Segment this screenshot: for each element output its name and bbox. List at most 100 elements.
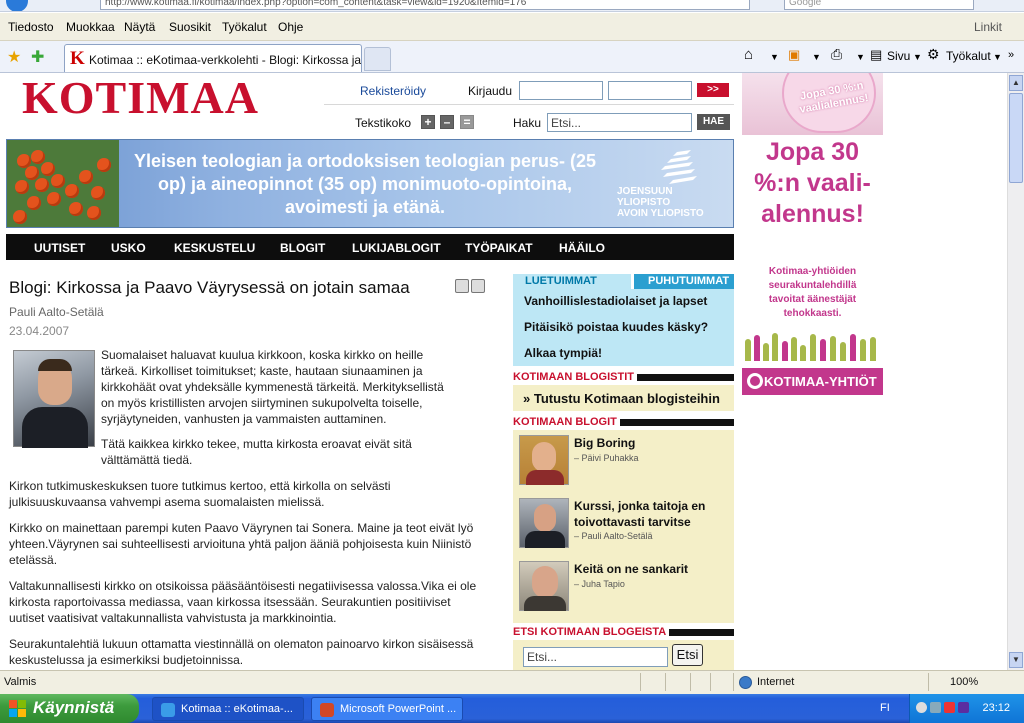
task-powerpoint[interactable]: Microsoft PowerPoint ... [311, 697, 463, 721]
article-title: Blogi: Kirkossa ja Paavo Väyrysessä on j… [9, 278, 410, 297]
print-icon[interactable]: ⎙ [831, 46, 842, 63]
nav-haailo[interactable]: HÄÄILO [559, 241, 605, 255]
tab-luetuimmat[interactable]: LUETUIMMAT [513, 274, 631, 289]
nav-keskustelu[interactable]: KESKUSTELU [174, 241, 255, 255]
blogs-header: KOTIMAAN BLOGIT [513, 416, 734, 429]
tab-bar: ★ ✚ K Kotimaa :: eKotimaa-verkkolehti - … [0, 41, 1024, 73]
blogger-avatar[interactable] [519, 561, 569, 611]
tab-title: Kotimaa :: eKotimaa-verkkolehti - Blogi:… [89, 53, 362, 67]
task-ie[interactable]: Kotimaa :: eKotimaa-... [152, 697, 304, 721]
gear-icon: ⚙ [927, 46, 940, 62]
scroll-up-icon[interactable]: ▲ [1009, 75, 1023, 91]
menu-favorites[interactable]: Suosikit [169, 20, 211, 34]
blog-search-button[interactable]: Etsi [672, 644, 703, 666]
taskbar: Käynnistä Kotimaa :: eKotimaa-... Micros… [0, 694, 1024, 723]
menu-edit[interactable]: Muokkaa [66, 20, 115, 34]
blog-author: – Pauli Aalto-Setälä [574, 531, 653, 541]
menu-file[interactable]: Tiedosto [8, 20, 54, 34]
list-item[interactable]: Pitäisikö poistaa kuudes käsky? [524, 320, 708, 334]
vertical-scrollbar[interactable]: ▲ ▼ [1007, 73, 1024, 670]
chevron-down-icon[interactable]: ▼ [856, 52, 865, 62]
blogger-avatar[interactable] [519, 498, 569, 548]
header-divider [324, 104, 734, 105]
language-indicator[interactable]: FI [880, 702, 890, 714]
zoom-level[interactable]: 100% [950, 676, 978, 688]
system-tray: 23:12 [909, 694, 1024, 723]
browser-search-box[interactable]: Google [784, 0, 974, 10]
text-larger-icon[interactable]: + [421, 115, 435, 129]
article-paragraph-4: Kirkko on mainettaan parempi kuten Paavo… [9, 521, 474, 567]
security-zone: Internet [757, 676, 795, 688]
blog-author: – Juha Tapio [574, 579, 625, 589]
login-button[interactable]: >> [697, 83, 729, 97]
ad-banner-university[interactable]: Yleisen teologian ja ortodoksisen teolog… [6, 139, 734, 228]
menu-tools[interactable]: Työkalut [222, 20, 267, 34]
ad-kotimaa-yhtiot[interactable]: Jopa 30 %:n vaalialennus! Jopa 30 %:n va… [742, 73, 883, 395]
blog-title[interactable]: Keitä on ne sankarit [574, 561, 729, 577]
status-text: Valmis [4, 676, 37, 688]
address-bar[interactable]: http://www.kotimaa.fi/kotimaa/index.php?… [100, 0, 750, 10]
search-blogs-header: ETSI KOTIMAAN BLOGEISTA [513, 626, 734, 639]
powerpoint-icon [320, 703, 334, 717]
home-icon[interactable]: ⌂ [744, 46, 753, 63]
new-tab-button[interactable] [364, 47, 391, 71]
links-label[interactable]: Linkit [974, 20, 1002, 34]
tray-icon[interactable] [916, 702, 927, 713]
list-item[interactable]: Alkaa tympiä! [524, 346, 602, 360]
nav-tyopaikat[interactable]: TYÖPAIKAT [465, 241, 533, 255]
site-search-button[interactable]: HAE [697, 114, 730, 130]
ad-brand-bar: KOTIMAA-YHTIÖT [742, 368, 883, 395]
rss-feed-icon[interactable]: ▣ [788, 47, 800, 63]
start-button[interactable]: Käynnistä [0, 694, 139, 723]
text-smaller-icon[interactable]: – [440, 115, 454, 129]
menu-help[interactable]: Ohje [278, 20, 303, 34]
email-article-icon[interactable] [471, 279, 485, 293]
add-favorite-icon[interactable]: ✚ [31, 47, 44, 67]
network-icon[interactable] [930, 702, 941, 713]
article-paragraph-2: Tätä kaikkea kirkko tekee, mutta kirkost… [101, 437, 412, 467]
nav-usko[interactable]: USKO [111, 241, 146, 255]
blogists-link[interactable]: » Tutustu Kotimaan blogisteihin [513, 385, 734, 411]
blogger-avatar[interactable] [519, 435, 569, 485]
tray-icon[interactable] [958, 702, 969, 713]
article-author: Pauli Aalto-Setälä [9, 305, 104, 319]
more-chevron-icon[interactable]: » [1008, 49, 1014, 61]
nav-uutiset[interactable]: UUTISET [34, 241, 85, 255]
page-menu-button[interactable]: Sivu [887, 49, 910, 63]
tab-puhutuimmat[interactable]: PUHUTUIMMAT [634, 274, 734, 289]
nav-blogit[interactable]: BLOGIT [280, 241, 325, 255]
text-reset-icon[interactable]: = [460, 115, 474, 129]
blog-search-input[interactable]: Etsi... [523, 647, 668, 667]
tray-icon[interactable] [944, 702, 955, 713]
chevron-down-icon[interactable]: ▼ [770, 52, 779, 62]
menu-view[interactable]: Näytä [124, 20, 155, 34]
scroll-thumb[interactable] [1009, 93, 1023, 183]
status-bar: Valmis Internet 100% [0, 670, 1024, 694]
author-photo [13, 350, 95, 448]
clock[interactable]: 23:12 [982, 702, 1010, 714]
article-paragraph-1: Suomalaiset haluavat kuulua kirkkoon, ko… [101, 348, 444, 426]
ad-headline: Jopa 30 %:n vaali- alennus! [754, 138, 871, 228]
nav-lukijablogit[interactable]: LUKIJABLOGIT [352, 241, 441, 255]
site-logo[interactable]: KOTIMAA [22, 73, 259, 124]
site-search-input[interactable]: Etsi... [547, 113, 692, 132]
berries-image [7, 140, 119, 227]
print-article-icon[interactable] [455, 279, 469, 293]
back-button[interactable] [6, 0, 28, 11]
tools-menu-button[interactable]: Työkalut [946, 49, 991, 63]
favorites-star-icon[interactable]: ★ [7, 47, 21, 67]
chevron-down-icon[interactable]: ▼ [993, 52, 1002, 62]
browser-tab-active[interactable]: K Kotimaa :: eKotimaa-verkkolehti - Blog… [64, 44, 362, 72]
scroll-down-icon[interactable]: ▼ [1009, 652, 1023, 668]
list-item[interactable]: Vanhoillislestadiolaiset ja lapset [524, 294, 707, 308]
register-link[interactable]: Rekisteröidy [360, 84, 426, 98]
blog-title[interactable]: Big Boring [574, 435, 729, 451]
password-field[interactable] [608, 81, 692, 100]
blog-title[interactable]: Kurssi, jonka taitoja en toivottavasti t… [574, 498, 729, 530]
chevron-down-icon[interactable]: ▼ [913, 52, 922, 62]
main-nav: UUTISET USKO KESKUSTELU BLOGIT LUKIJABLO… [6, 234, 734, 260]
chevron-down-icon[interactable]: ▼ [812, 52, 821, 62]
username-field[interactable] [519, 81, 603, 100]
login-label: Kirjaudu [468, 84, 513, 98]
menu-bar: Tiedosto Muokkaa Näytä Suosikit Työkalut… [0, 13, 1024, 41]
